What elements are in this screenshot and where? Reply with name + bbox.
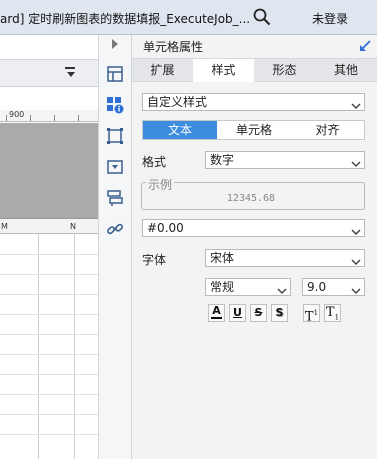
tab-style[interactable]: 样式 — [193, 59, 254, 82]
subtab-cell[interactable]: 单元格 — [217, 121, 291, 139]
pattern-select[interactable]: #0.00 — [142, 219, 365, 237]
font-size-value: 9.0 — [307, 280, 327, 294]
subscript-glyph: T — [325, 305, 335, 320]
ruler-mark: 900 — [9, 110, 25, 119]
panel-tabs: 扩展 样式 形态 其他 — [132, 58, 377, 82]
property-icon-strip — [98, 35, 132, 459]
pattern-select-value: #0.00 — [147, 221, 184, 235]
chart-placeholder — [0, 123, 98, 218]
format-select[interactable]: 数字 — [205, 151, 365, 169]
strikethrough-button[interactable]: S — [250, 304, 267, 322]
panel-title: 单元格属性 — [143, 40, 204, 54]
chevron-down-icon — [351, 254, 361, 266]
style-subtabs: 文本 单元格 对齐 — [142, 120, 365, 140]
hyperlink-icon[interactable] — [104, 218, 126, 240]
report-editor[interactable]: 900 M N — [0, 35, 98, 459]
superscript-button[interactable]: T1 — [303, 304, 320, 325]
cell-property-panel: 单元格属性 扩展 样式 形态 其他 自定义样式 文本 单元格 对齐 格式 数字 … — [132, 35, 377, 459]
window-title: ard] 定时刷新图表的数据填报_ExecuteJob_... — [0, 12, 251, 26]
search-icon[interactable] — [253, 8, 271, 26]
tab-expand[interactable]: 扩展 — [132, 59, 193, 81]
column-header: M N — [0, 218, 98, 234]
underline-button[interactable]: U — [229, 304, 246, 322]
horizontal-ruler: 900 — [0, 110, 98, 122]
cell-attributes-icon[interactable] — [104, 94, 126, 116]
format-select-value: 数字 — [210, 153, 235, 167]
title-bar: ard] 定时刷新图表的数据填报_ExecuteJob_... 未登录 — [0, 0, 377, 35]
subscript-button[interactable]: T1 — [324, 304, 341, 322]
font-size-select[interactable]: 9.0 — [302, 278, 365, 296]
font-color-glyph: A — [212, 304, 221, 317]
column-header-n: N — [70, 222, 76, 231]
chevron-down-icon — [351, 156, 361, 168]
condition-icon[interactable] — [104, 187, 126, 209]
font-family-value: 宋体 — [210, 251, 235, 265]
dropdown-widget-icon[interactable] — [104, 156, 126, 178]
font-style-value: 常规 — [210, 280, 235, 294]
font-family-select[interactable]: 宋体 — [205, 249, 365, 267]
subtab-text[interactable]: 文本 — [143, 121, 217, 139]
font-label: 字体 — [142, 253, 167, 267]
cell-format-icon[interactable] — [104, 63, 126, 85]
minimize-arrow-icon[interactable] — [358, 39, 372, 53]
subscript-mark: 1 — [334, 313, 340, 322]
border-icon[interactable] — [104, 125, 126, 147]
example-legend: 示例 — [146, 176, 175, 193]
editor-toolbar — [0, 59, 98, 87]
style-select[interactable]: 自定义样式 — [142, 93, 365, 111]
font-style-select[interactable]: 常规 — [205, 278, 291, 296]
login-link[interactable]: 未登录 — [312, 10, 348, 27]
toolbar-dropdown-icon[interactable] — [64, 66, 78, 80]
tab-widget[interactable]: 形态 — [254, 59, 315, 81]
chevron-down-icon — [351, 224, 361, 236]
font-color-swatch — [211, 317, 222, 319]
shadow-button[interactable]: S — [271, 304, 288, 322]
chevron-down-icon — [351, 98, 361, 110]
subtab-align[interactable]: 对齐 — [291, 121, 364, 139]
column-header-m: M — [1, 222, 8, 231]
superscript-glyph: T — [304, 309, 314, 325]
superscript-mark: 1 — [313, 309, 319, 317]
collapse-arrow-icon[interactable] — [105, 35, 125, 53]
font-color-button[interactable]: A — [208, 304, 225, 322]
cell-grid[interactable] — [0, 234, 98, 459]
style-select-value: 自定义样式 — [147, 95, 208, 109]
format-label: 格式 — [142, 155, 167, 169]
example-value: 12345.68 — [226, 193, 276, 204]
tab-other[interactable]: 其他 — [315, 59, 377, 81]
chevron-down-icon — [277, 283, 287, 295]
chevron-down-icon — [351, 283, 361, 295]
